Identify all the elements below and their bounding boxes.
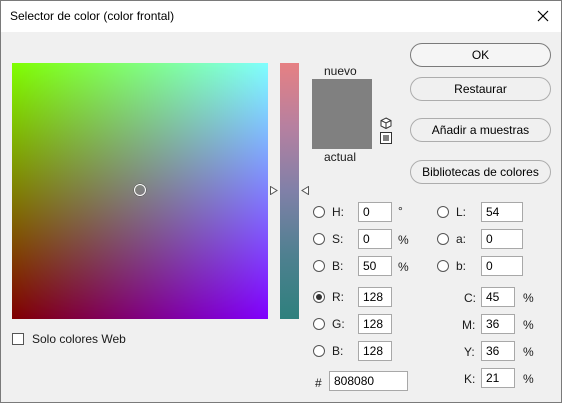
unit-k: % <box>523 372 534 386</box>
slider-left-arrow-icon[interactable] <box>270 186 278 195</box>
label-y: Y: <box>464 345 475 359</box>
web-colors-only-checkbox[interactable] <box>12 333 24 345</box>
color-field[interactable] <box>12 63 268 319</box>
color-slider[interactable] <box>280 63 299 319</box>
unit-y: % <box>523 345 534 359</box>
close-button[interactable] <box>531 5 555 27</box>
hex-input[interactable]: 808080 <box>329 371 408 391</box>
label-k: K: <box>464 372 476 386</box>
input-l[interactable]: 54 <box>481 202 523 222</box>
input-m[interactable]: 36 <box>481 314 515 334</box>
title-bar: Selector de color (color frontal) <box>1 1 561 32</box>
input-y[interactable]: 36 <box>481 341 515 361</box>
input-rgb-b[interactable]: 128 <box>358 341 392 361</box>
input-h[interactable]: 0 <box>358 202 392 222</box>
label-h: H: <box>332 205 344 219</box>
radio-h[interactable] <box>313 206 325 218</box>
input-r[interactable]: 128 <box>358 287 392 307</box>
unit-hsb-b: % <box>398 260 409 274</box>
websafe-square-icon[interactable] <box>380 132 392 144</box>
radio-r[interactable] <box>313 291 325 303</box>
dialog-title: Selector de color (color frontal) <box>10 9 175 23</box>
new-color-label: nuevo <box>324 64 357 78</box>
radio-rgb-b[interactable] <box>313 345 325 357</box>
input-k[interactable]: 21 <box>481 368 515 388</box>
label-c: C: <box>464 291 476 305</box>
web-colors-only-label: Solo colores Web <box>32 332 126 346</box>
radio-l[interactable] <box>437 206 449 218</box>
new-color-swatch <box>312 79 372 114</box>
radio-g[interactable] <box>313 318 325 330</box>
input-g[interactable]: 128 <box>358 314 392 334</box>
add-to-swatches-button[interactable]: Añadir a muestras <box>410 118 551 142</box>
cube-icon[interactable] <box>380 117 392 129</box>
input-lab-b[interactable]: 0 <box>481 256 523 276</box>
label-a: a: <box>456 232 467 246</box>
input-hsb-b[interactable]: 50 <box>358 256 392 276</box>
input-c[interactable]: 45 <box>481 287 515 307</box>
close-icon <box>537 10 549 22</box>
unit-s: % <box>398 233 409 247</box>
label-m: M: <box>462 318 476 332</box>
current-color-swatch[interactable] <box>312 114 372 149</box>
label-l: L: <box>456 205 467 219</box>
ok-button[interactable]: OK <box>410 43 551 67</box>
label-hsb-b: B: <box>332 259 344 273</box>
hex-label: # <box>315 376 322 390</box>
current-color-label: actual <box>324 150 357 164</box>
label-g: G: <box>332 317 345 331</box>
reset-button[interactable]: Restaurar <box>410 77 551 101</box>
radio-hsb-b[interactable] <box>313 260 325 272</box>
radio-a[interactable] <box>437 233 449 245</box>
unit-c: % <box>523 291 534 305</box>
label-lab-b: b: <box>456 259 467 273</box>
input-a[interactable]: 0 <box>481 229 523 249</box>
radio-s[interactable] <box>313 233 325 245</box>
color-field-marker[interactable] <box>134 184 146 196</box>
unit-h: ° <box>398 204 403 218</box>
unit-m: % <box>523 318 534 332</box>
color-picker-dialog: Selector de color (color frontal) nuevo … <box>0 0 562 403</box>
slider-right-arrow-icon[interactable] <box>301 186 309 195</box>
radio-lab-b[interactable] <box>437 260 449 272</box>
label-s: S: <box>332 232 344 246</box>
color-libraries-button[interactable]: Bibliotecas de colores <box>410 160 551 184</box>
label-rgb-b: B: <box>332 344 344 358</box>
input-s[interactable]: 0 <box>358 229 392 249</box>
label-r: R: <box>332 290 344 304</box>
